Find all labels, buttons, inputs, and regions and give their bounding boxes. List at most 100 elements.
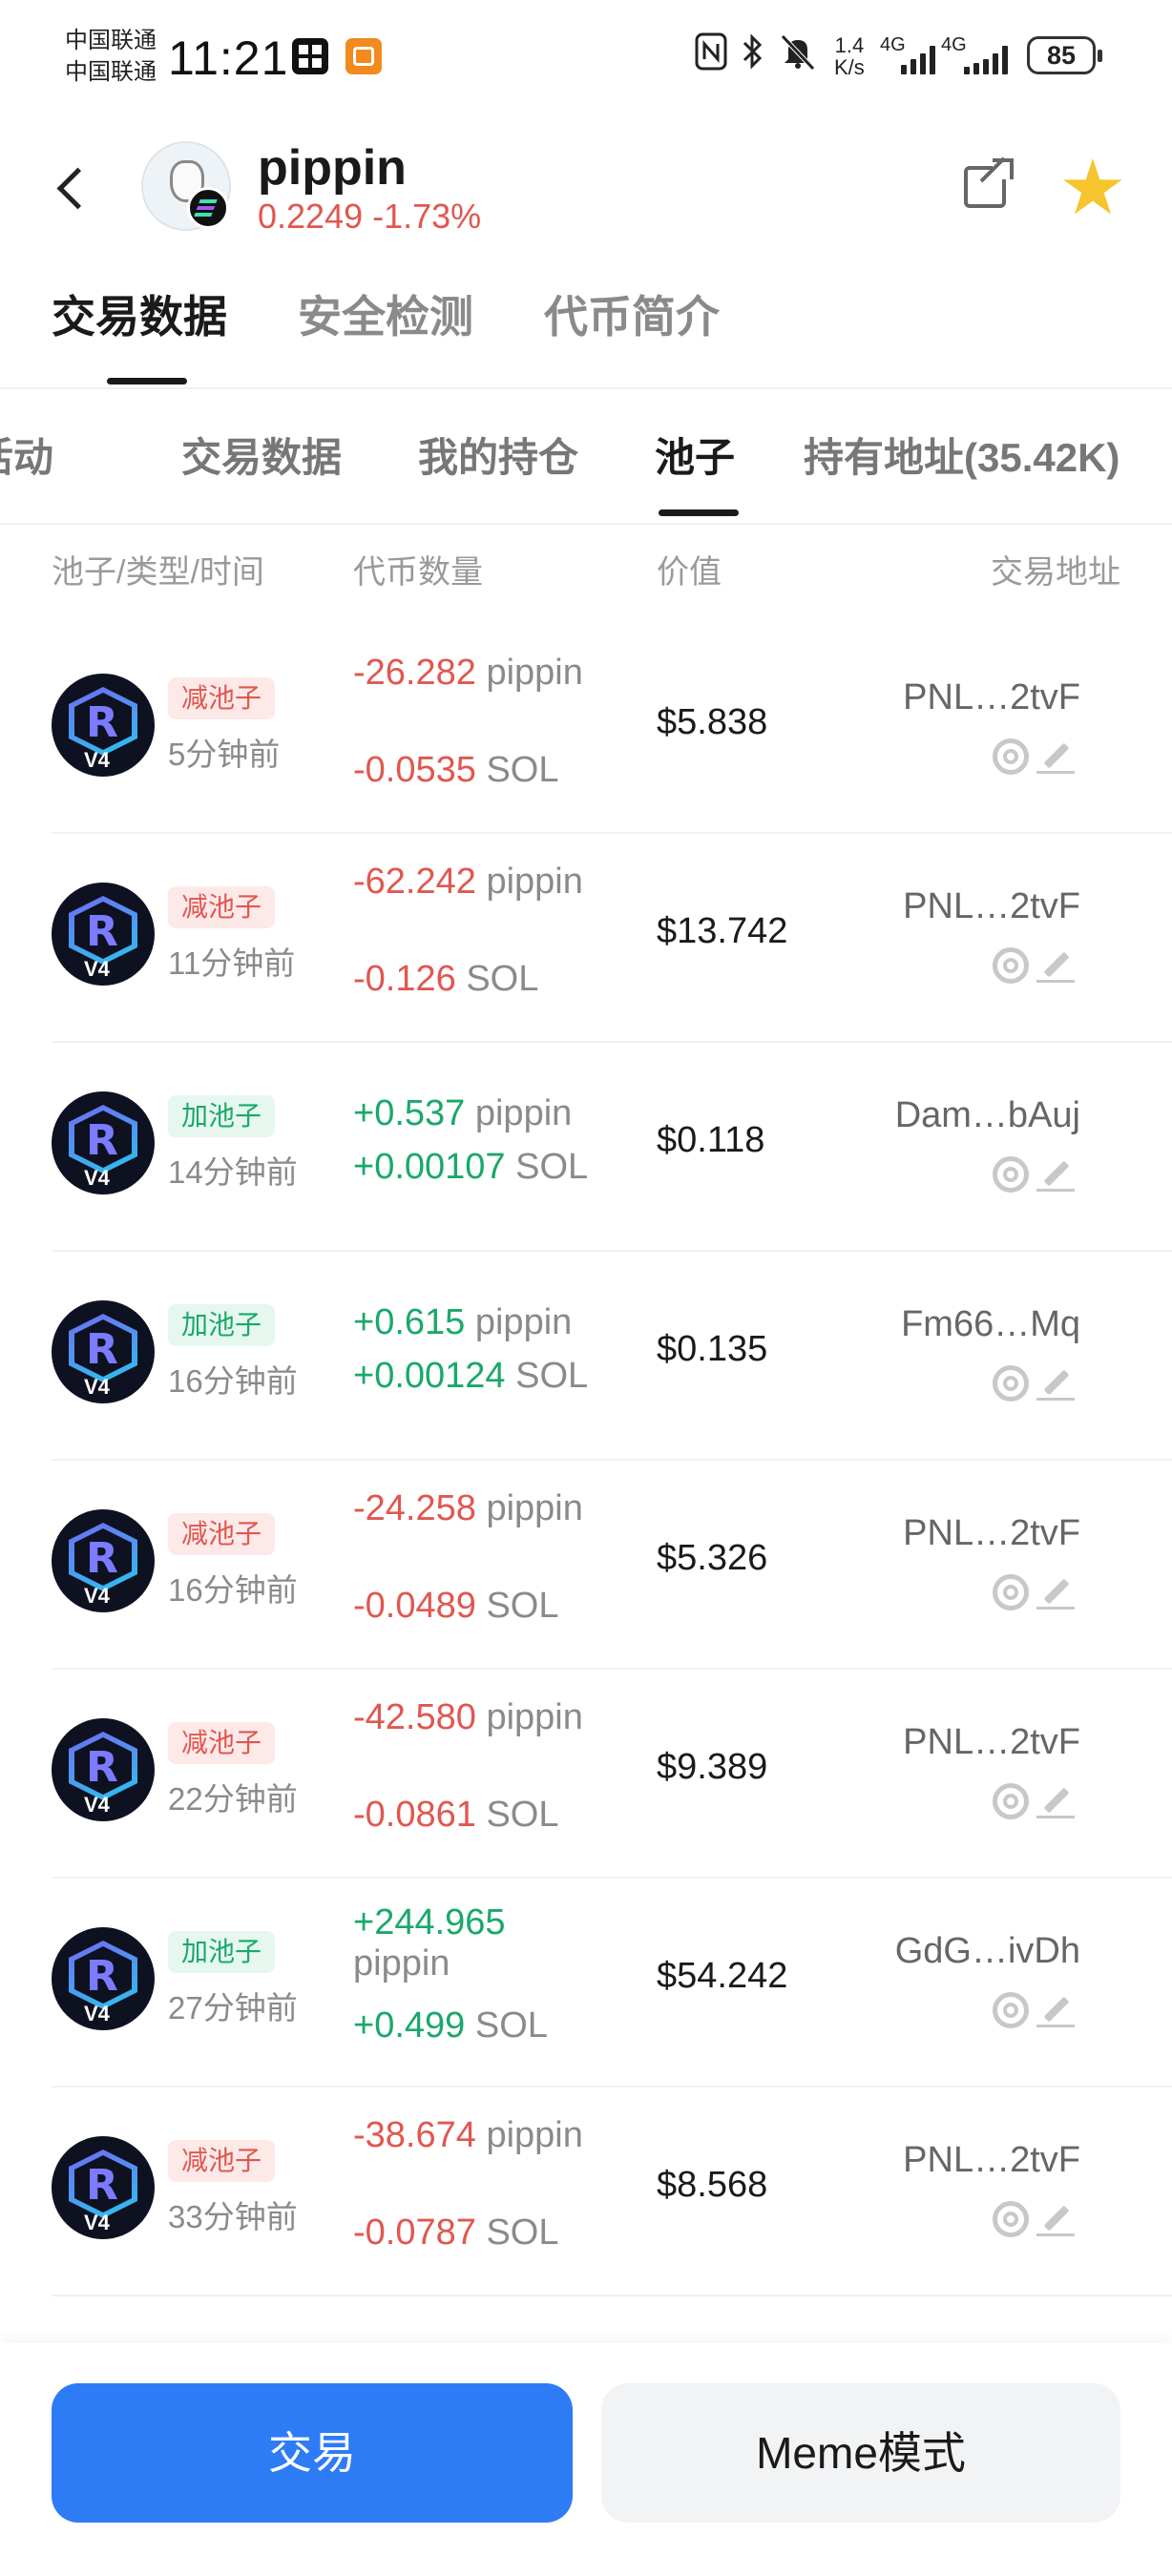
table-row[interactable]: R V4 减池子 22分钟前 -42.580 pippin -0.0861 SO… — [52, 1669, 1172, 1879]
trader-address[interactable]: PNL…2tvF — [903, 1513, 1080, 1554]
raydium-icon: R V4 — [52, 1300, 155, 1403]
clock: 11:21 — [168, 31, 289, 85]
row-value: $5.838 — [657, 702, 768, 742]
edit-icon[interactable] — [1036, 1154, 1075, 1193]
sol-amount-value: +0.00107 — [353, 1147, 506, 1187]
raydium-icon: R V4 — [52, 674, 155, 777]
sol-amount-value: -0.0787 — [353, 2212, 476, 2253]
trader-address[interactable]: PNL…2tvF — [903, 1722, 1080, 1763]
row-value: $0.135 — [657, 1329, 768, 1369]
scan-icon[interactable] — [993, 1574, 1029, 1610]
trader-address[interactable]: PNL…2tvF — [903, 886, 1080, 927]
tab-security-check[interactable]: 安全检测 — [298, 282, 473, 345]
tab-token-intro[interactable]: 代币简介 — [544, 282, 720, 345]
trader-address[interactable]: Dam…bAuj — [895, 1095, 1080, 1136]
subtab-my-holdings[interactable]: 我的持仓 — [418, 426, 578, 484]
tab-trade-data[interactable]: 交易数据 — [52, 282, 227, 345]
carrier-labels: 中国联通 中国联通 — [65, 25, 157, 88]
sol-amount-unit: SOL — [486, 2212, 559, 2253]
pool-version-badge: V4 — [84, 957, 110, 981]
secondary-tabs: 活动 交易数据 我的持仓 池子 持有地址(35.42K) — [0, 391, 1172, 525]
scan-icon[interactable] — [993, 947, 1029, 984]
pool-type-tag: 减池子 — [168, 886, 276, 928]
subtab-trade-data[interactable]: 交易数据 — [181, 426, 342, 484]
back-button[interactable] — [50, 153, 95, 219]
trader-address[interactable]: PNL…2tvF — [903, 2140, 1080, 2181]
app-notification-icon-2 — [345, 38, 382, 74]
subtab-activity-label: 活动 — [0, 435, 54, 480]
row-time: 11分钟前 — [168, 945, 296, 981]
network-type-2: 4G — [941, 34, 967, 55]
table-row[interactable]: R V4 加池子 14分钟前 +0.537 pippin +0.00107 SO… — [52, 1042, 1172, 1252]
subtab-holders[interactable]: 持有地址(35.42K) — [804, 426, 1120, 484]
net-speed: 1.4 K/s — [834, 34, 865, 78]
scan-icon[interactable] — [993, 738, 1029, 775]
token-price: 0.2249 — [258, 197, 364, 236]
token-amount: -62.242 pippin — [353, 862, 583, 903]
favorite-button[interactable]: ★ — [1056, 150, 1130, 226]
table-row[interactable]: R V4 加池子 27分钟前 +244.965 pippin +0.499 SOL… — [52, 1878, 1172, 2088]
trader-address[interactable]: PNL…2tvF — [903, 677, 1080, 718]
edit-icon[interactable] — [1036, 737, 1075, 775]
row-value: $54.242 — [657, 1956, 788, 1996]
edit-icon[interactable] — [1036, 945, 1075, 984]
edit-icon[interactable] — [1036, 2199, 1075, 2237]
pool-type-tag: 加池子 — [168, 1931, 276, 1973]
subtab-activity[interactable]: 活动 — [0, 426, 53, 484]
sol-amount-unit: SOL — [486, 750, 559, 790]
mute-bell-icon — [779, 32, 817, 80]
pool-version-badge: V4 — [84, 1584, 110, 1608]
token-amount-unit: pippin — [486, 1697, 583, 1737]
scan-icon[interactable] — [993, 1783, 1029, 1819]
raydium-letter: R — [86, 1743, 118, 1792]
table-row[interactable]: R V4 加池子 16分钟前 +0.615 pippin +0.00124 SO… — [52, 1251, 1172, 1461]
sol-amount: -0.0861 SOL — [353, 1795, 559, 1836]
token-amount: +0.537 pippin — [353, 1093, 572, 1134]
token-amount-unit: pippin — [486, 2115, 583, 2155]
pool-version-badge: V4 — [84, 1166, 110, 1190]
edit-icon[interactable] — [1036, 1572, 1075, 1610]
trader-address[interactable]: Fm66…Mq — [901, 1304, 1080, 1345]
edit-icon[interactable] — [1036, 1781, 1075, 1819]
token-amount-value: -26.282 — [353, 653, 476, 693]
meme-mode-button[interactable]: Meme模式 — [601, 2383, 1120, 2523]
token-amount-unit: pippin — [486, 862, 583, 902]
scan-icon[interactable] — [993, 1156, 1029, 1193]
sol-amount: -0.0535 SOL — [353, 750, 559, 791]
table-row[interactable]: R V4 减池子 5分钟前 -26.282 pippin -0.0535 SOL… — [52, 624, 1172, 834]
edit-icon[interactable] — [1036, 1363, 1075, 1402]
token-price-line: 0.2249 -1.73% — [258, 197, 481, 237]
sol-amount-value: -0.126 — [353, 959, 456, 999]
edit-icon[interactable] — [1036, 1990, 1075, 2028]
table-row[interactable]: R V4 减池子 33分钟前 -38.674 pippin -0.0787 SO… — [52, 2087, 1172, 2296]
scan-icon[interactable] — [993, 2201, 1029, 2237]
bluetooth-icon — [741, 32, 765, 80]
share-button[interactable] — [960, 156, 1015, 214]
solana-icon — [187, 187, 229, 229]
nfc-icon — [695, 32, 727, 80]
raydium-icon: R V4 — [52, 1509, 155, 1612]
table-row[interactable]: R V4 减池子 11分钟前 -62.242 pippin -0.126 SOL… — [52, 833, 1172, 1043]
token-change: -1.73% — [372, 197, 482, 236]
net-speed-unit: K/s — [834, 55, 865, 79]
scan-icon[interactable] — [993, 1365, 1029, 1402]
sol-amount-value: +0.499 — [353, 2005, 466, 2046]
table-row[interactable]: R V4 减池子 16分钟前 -24.258 pippin -0.0489 SO… — [52, 1460, 1172, 1670]
token-amount: +244.965 pippin — [353, 1902, 506, 1984]
scan-icon[interactable] — [993, 1992, 1029, 2028]
pool-type-tag: 减池子 — [168, 1722, 276, 1764]
trader-address[interactable]: GdG…ivDh — [895, 1931, 1080, 1972]
token-amount: -26.282 pippin — [353, 653, 583, 694]
pool-type-tag: 减池子 — [168, 2140, 276, 2182]
trade-button[interactable]: 交易 — [52, 2383, 573, 2523]
net-speed-value: 1.4 — [834, 33, 865, 57]
sol-amount-unit: SOL — [515, 1356, 589, 1396]
token-amount-value: -38.674 — [353, 2115, 476, 2155]
token-amount-value: -62.242 — [353, 862, 476, 902]
row-value: $5.326 — [657, 1538, 768, 1578]
sol-amount-value: -0.0861 — [353, 1795, 476, 1835]
subtab-pools[interactable]: 池子 — [655, 426, 735, 484]
token-amount-unit: pippin — [486, 1488, 583, 1528]
token-amount-unit: pippin — [474, 1093, 573, 1133]
raydium-letter: R — [86, 907, 118, 956]
